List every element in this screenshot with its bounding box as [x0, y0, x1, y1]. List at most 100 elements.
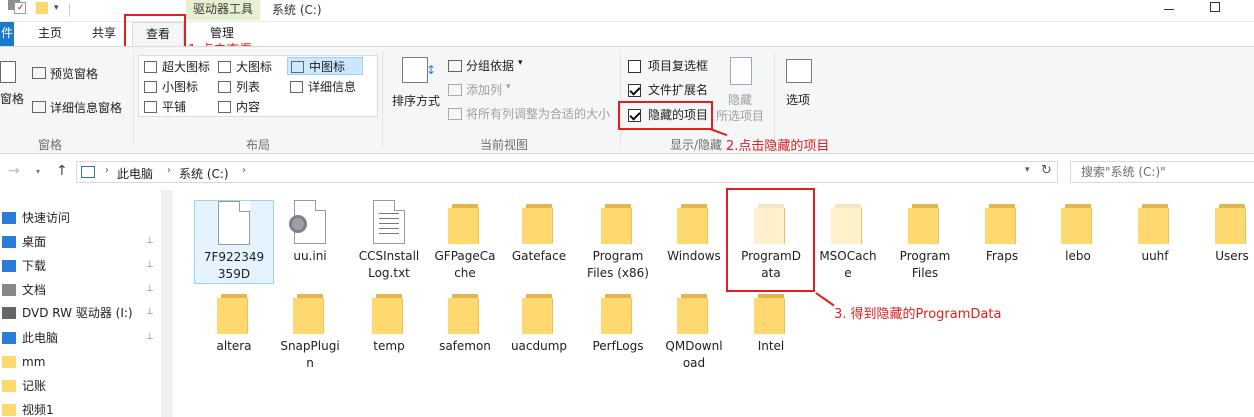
nav-item[interactable]: 视频1: [0, 399, 160, 417]
maximize-icon[interactable]: [1210, 2, 1220, 12]
layout-details[interactable]: 详细信息: [287, 78, 356, 96]
item-checkboxes-label[interactable]: 项目复选框: [648, 58, 708, 74]
file-item[interactable]: Windows: [654, 200, 734, 265]
forward-arrow-icon[interactable]: →: [8, 163, 20, 179]
item-checkboxes-checkbox[interactable]: [628, 60, 641, 73]
file-item[interactable]: Fraps: [962, 200, 1042, 265]
recent-locations-chevron-icon[interactable]: ▾: [36, 167, 40, 176]
details-pane-button[interactable]: 详细信息窗格: [50, 100, 122, 116]
desktop-icon: [2, 236, 16, 248]
file-item[interactable]: QMDownl oad: [654, 290, 734, 372]
properties-icon[interactable]: ✓: [14, 2, 26, 14]
nav-item[interactable]: 桌面 ⊥: [0, 231, 160, 253]
file-item[interactable]: CCSInstall Log.txt: [349, 200, 429, 282]
file-item[interactable]: safemon: [425, 290, 505, 355]
layout-medium-icons[interactable]: 中图标: [287, 57, 363, 75]
hide-selected-line2[interactable]: 所选项目: [716, 108, 764, 124]
layout-list[interactable]: 列表: [215, 78, 260, 96]
add-columns-chevron-icon: ▾: [506, 82, 511, 92]
file-item[interactable]: Users: [1192, 200, 1254, 265]
medium-icons-icon: [291, 61, 304, 73]
file-item[interactable]: lebo: [1038, 200, 1118, 265]
layout-content[interactable]: 内容: [215, 98, 260, 116]
hide-selected-line1[interactable]: 隐藏: [728, 92, 752, 108]
ribbon-divider: [133, 51, 134, 147]
layout-small-icons[interactable]: 小图标: [141, 78, 198, 96]
address-history-chevron-icon[interactable]: ▾: [1025, 165, 1030, 175]
nav-item[interactable]: 下载 ⊥: [0, 255, 160, 277]
file-item[interactable]: Program Files: [885, 200, 965, 282]
file-name-label: Program Files (x86): [587, 249, 649, 280]
minimize-icon[interactable]: [1164, 9, 1174, 10]
refresh-icon[interactable]: ↻: [1041, 163, 1052, 178]
pin-icon[interactable]: ⊥: [146, 285, 154, 294]
nav-item-label: DVD RW 驱动器 (I:): [22, 306, 133, 320]
tab-share[interactable]: 共享: [82, 22, 126, 46]
sort-by-button[interactable]: 排序方式: [392, 93, 440, 109]
drive-tools-context-tab: 驱动器工具: [186, 0, 260, 20]
nav-item-label: 记账: [22, 379, 47, 393]
nav-item[interactable]: 文档 ⊥: [0, 279, 160, 301]
layout-tiles[interactable]: 平铺: [141, 98, 186, 116]
settings-file-icon: [289, 200, 326, 244]
file-item[interactable]: Gateface: [499, 200, 579, 265]
group-by-icon: [448, 60, 462, 72]
file-item[interactable]: temp: [349, 290, 429, 355]
options-button[interactable]: 选项: [786, 92, 810, 108]
tab-file[interactable]: 件: [0, 22, 14, 46]
file-item[interactable]: GFPageCa che: [425, 200, 505, 282]
file-item[interactable]: MSOCach e: [808, 200, 888, 282]
add-columns-button[interactable]: 添加列: [466, 82, 502, 98]
navigation-pane-button[interactable]: 窗格: [0, 91, 24, 107]
navigation-pane-icon[interactable]: [0, 61, 16, 83]
search-input[interactable]: 搜索"系统 (C:)": [1070, 161, 1254, 183]
new-folder-icon[interactable]: [36, 2, 48, 14]
breadcrumb-this-pc[interactable]: 此电脑: [117, 165, 153, 182]
pin-icon[interactable]: ⊥: [146, 333, 154, 342]
file-item[interactable]: uuhf: [1115, 200, 1195, 265]
annotation-step3: 3. 得到隐藏的ProgramData: [834, 307, 1002, 322]
fit-columns-button[interactable]: 将所有列调整为合适的大小: [466, 106, 610, 122]
file-extensions-label[interactable]: 文件扩展名: [648, 82, 708, 98]
nav-item[interactable]: 此电脑 ⊥: [0, 327, 160, 349]
nav-item[interactable]: 快速访问: [0, 207, 160, 229]
preview-pane-button[interactable]: 预览窗格: [50, 66, 98, 82]
content-icon: [218, 101, 231, 113]
file-name-label: Windows: [667, 249, 721, 263]
breadcrumb-drive[interactable]: 系统 (C:): [179, 165, 229, 182]
nav-item[interactable]: mm: [0, 351, 160, 373]
nav-pane-scrollbar[interactable]: [161, 190, 173, 417]
nav-item[interactable]: DVD RW 驱动器 (I:) ⊥: [0, 302, 160, 324]
customize-qat-chevron-icon[interactable]: ▾: [54, 3, 59, 13]
large-icons-icon: [218, 61, 231, 73]
file-item[interactable]: uacdump: [499, 290, 579, 355]
pin-icon[interactable]: ⊥: [146, 308, 154, 317]
layout-large-icons[interactable]: 大图标: [215, 58, 272, 76]
pin-icon[interactable]: ⊥: [146, 237, 154, 246]
address-bar[interactable]: › 此电脑 › 系统 (C:) › ▾ ↻: [76, 161, 1058, 183]
layout-xl-icons[interactable]: 超大图标: [141, 58, 210, 76]
file-extensions-checkbox[interactable]: [628, 84, 641, 97]
file-item[interactable]: uu.ini: [270, 200, 350, 265]
file-item[interactable]: altera: [194, 290, 274, 355]
file-item[interactable]: 7F922349 359D: [194, 200, 274, 284]
file-name-label: GFPageCa che: [434, 249, 496, 280]
file-item[interactable]: Program Files (x86): [578, 200, 658, 282]
nav-item[interactable]: 记账: [0, 375, 160, 397]
small-icons-icon: [144, 81, 157, 93]
star-icon: [2, 212, 16, 224]
up-arrow-icon[interactable]: ↑: [56, 163, 68, 179]
group-label-show-hide: 显示/隐藏: [669, 138, 723, 152]
file-item[interactable]: PerfLogs: [578, 290, 658, 355]
folder-icon: [1061, 200, 1095, 244]
file-item[interactable]: SnapPlugi n: [270, 290, 350, 372]
list-icon: [218, 81, 231, 93]
group-by-chevron-icon: ▾: [518, 58, 523, 68]
group-by-button[interactable]: 分组依据: [466, 58, 514, 74]
file-item[interactable]: Intel: [731, 290, 811, 355]
file-name-label: SnapPlugi n: [280, 339, 340, 370]
title-bar: ✓ ▾ 驱动器工具 系统 (C:): [0, 0, 1254, 22]
tab-home[interactable]: 主页: [28, 22, 72, 46]
pin-icon[interactable]: ⊥: [146, 261, 154, 270]
folder-icon: [677, 200, 711, 244]
